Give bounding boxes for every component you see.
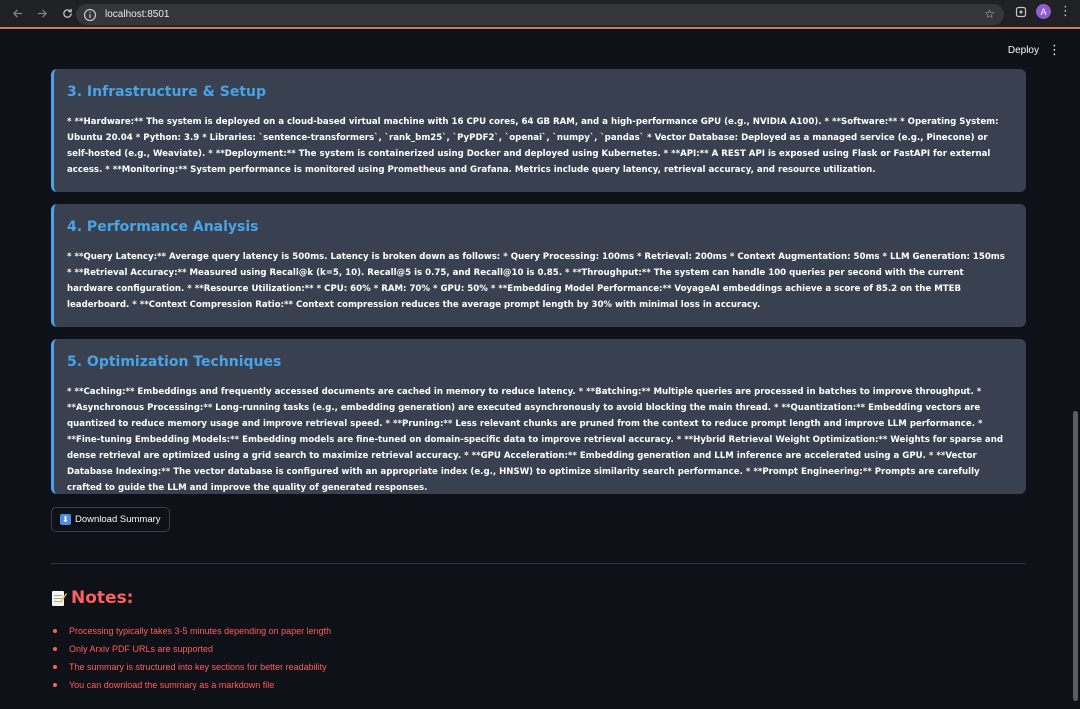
- bullet-icon: [53, 629, 57, 633]
- list-item: You can download the summary as a markdo…: [51, 676, 331, 694]
- memo-icon: [52, 590, 67, 606]
- browser-toolbar: localhost:8501 ☆ A ⋮: [0, 0, 1080, 29]
- list-item: Processing typically takes 3-5 minutes d…: [51, 622, 331, 640]
- profile-avatar[interactable]: A: [1036, 4, 1051, 19]
- app-header: Deploy ⋮: [0, 29, 1080, 69]
- section-body: * **Query Latency:** Average query laten…: [67, 252, 1005, 310]
- section-card-optimization: 5. Optimization Techniques * **Caching:*…: [51, 339, 1026, 494]
- note-text: Only Arxiv PDF URLs are supported: [69, 644, 214, 654]
- divider: [51, 563, 1026, 564]
- url-text: localhost:8501: [105, 9, 170, 20]
- list-item: Only Arxiv PDF URLs are supported: [51, 640, 331, 658]
- notes-title: Notes:: [71, 588, 134, 608]
- list-item: The summary is structured into key secti…: [51, 658, 331, 676]
- deploy-button[interactable]: Deploy: [1008, 45, 1039, 56]
- arrow-left-icon: [12, 9, 22, 18]
- note-text: Processing typically takes 3-5 minutes d…: [69, 626, 332, 636]
- reload-icon: [62, 8, 72, 18]
- bullet-icon: [53, 683, 57, 687]
- arrow-right-icon: [37, 9, 47, 18]
- section-card-infrastructure: 3. Infrastructure & Setup * **Hardware:*…: [51, 69, 1026, 192]
- reload-button[interactable]: [56, 3, 78, 25]
- section-card-performance: 4. Performance Analysis * **Query Latenc…: [51, 204, 1026, 327]
- notes-heading: Notes:: [51, 588, 133, 608]
- main-content: 3. Infrastructure & Setup * **Hardware:*…: [51, 69, 1026, 506]
- download-summary-button[interactable]: ⬇ Download Summary: [51, 507, 170, 532]
- scrollbar[interactable]: [1073, 411, 1078, 701]
- address-bar[interactable]: localhost:8501 ☆: [76, 4, 1004, 25]
- app-menu-icon[interactable]: ⋮: [1048, 43, 1061, 58]
- note-text: You can download the summary as a markdo…: [69, 680, 275, 690]
- site-info-icon[interactable]: [83, 8, 97, 22]
- note-text: The summary is structured into key secti…: [69, 662, 327, 672]
- section-title: 4. Performance Analysis: [67, 219, 259, 235]
- download-arrow-icon: ⬇: [60, 514, 71, 525]
- extensions-icon[interactable]: [1014, 5, 1028, 19]
- bullet-icon: [53, 665, 57, 669]
- section-title: 3. Infrastructure & Setup: [67, 84, 267, 100]
- browser-menu-icon[interactable]: ⋮: [1059, 4, 1072, 19]
- section-body: * **Caching:** Embeddings and frequently…: [67, 387, 1003, 493]
- forward-button[interactable]: [31, 3, 53, 25]
- bullet-icon: [53, 647, 57, 651]
- section-body: * **Hardware:** The system is deployed o…: [67, 117, 999, 175]
- notes-list: Processing typically takes 3-5 minutes d…: [51, 622, 331, 694]
- download-button-label: Download Summary: [75, 514, 161, 525]
- section-title: 5. Optimization Techniques: [67, 354, 282, 370]
- bookmark-star-icon[interactable]: ☆: [984, 7, 995, 21]
- back-button[interactable]: [6, 3, 28, 25]
